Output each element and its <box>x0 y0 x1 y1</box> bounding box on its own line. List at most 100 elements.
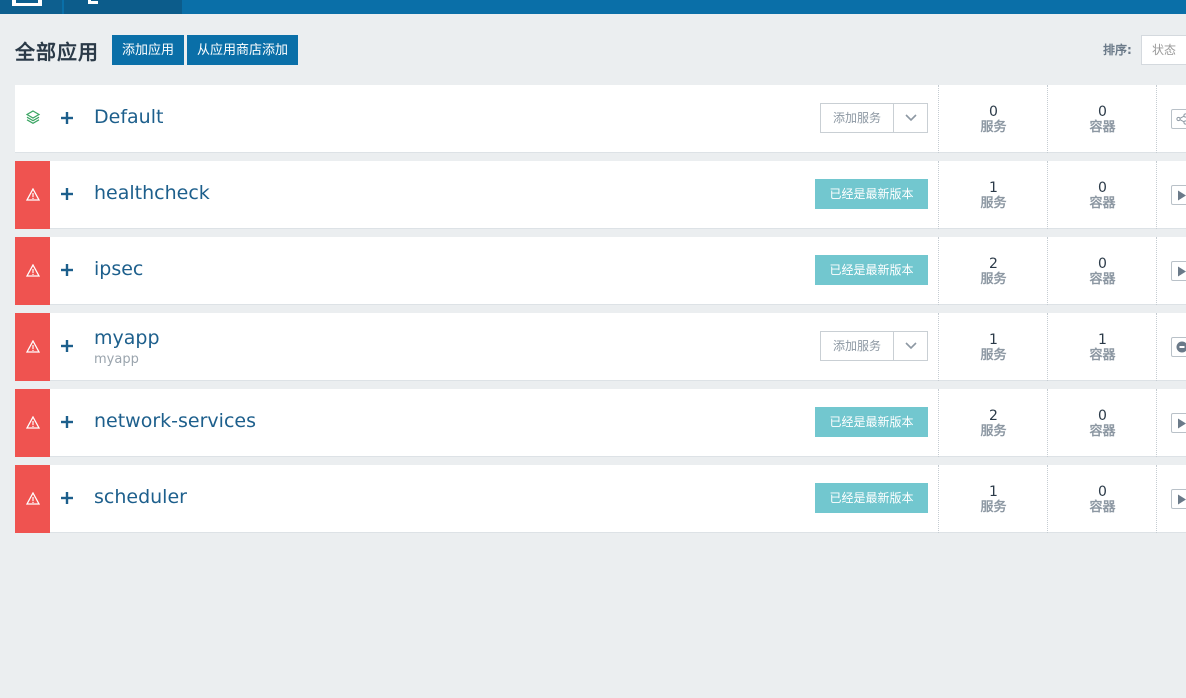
page-header: 全部应用 添加应用 从应用商店添加 <box>15 35 301 65</box>
stack-row: network-services 已经是最新版本 2 服务 0 容器 <box>15 389 1186 457</box>
containers-count: 0 容器 <box>1047 85 1157 153</box>
add-from-catalog-button[interactable]: 从应用商店添加 <box>187 35 299 65</box>
sort-select[interactable]: 状态 <box>1141 35 1186 65</box>
stack-state <box>15 85 50 153</box>
chevron-down-icon[interactable] <box>894 332 927 360</box>
containers-count: 0 容器 <box>1047 161 1157 229</box>
play-button[interactable] <box>1171 413 1186 433</box>
warning-icon <box>25 186 40 205</box>
services-count-label: 服务 <box>980 348 1007 363</box>
stack-actions <box>1156 465 1186 533</box>
containers-count-value: 0 <box>1098 484 1107 500</box>
upgrade-status-badge[interactable]: 已经是最新版本 <box>815 407 928 437</box>
services-count-label: 服务 <box>980 424 1007 439</box>
add-service-button[interactable]: 添加服务 <box>821 104 894 132</box>
services-count-label: 服务 <box>980 272 1007 287</box>
stack-row: myapp myapp 添加服务 1 服务 1 容器 <box>15 313 1186 381</box>
stack-name-link[interactable]: network-services <box>94 410 256 432</box>
services-count: 1 服务 <box>938 465 1048 533</box>
play-button[interactable] <box>1171 261 1186 281</box>
containers-count-label: 容器 <box>1089 272 1116 287</box>
add-service-button[interactable]: 添加服务 <box>821 332 894 360</box>
stack-actions <box>1156 85 1186 153</box>
chevron-down-icon[interactable] <box>894 104 927 132</box>
stop-icon <box>1176 341 1186 353</box>
stack-row: healthcheck 已经是最新版本 1 服务 0 容器 <box>15 161 1186 229</box>
stack-state <box>15 237 50 305</box>
stack-name-link[interactable]: myapp <box>94 327 160 349</box>
stack-name-link[interactable]: scheduler <box>94 486 187 508</box>
containers-count-value: 0 <box>1098 256 1107 272</box>
upgrade-status-badge[interactable]: 已经是最新版本 <box>815 179 928 209</box>
containers-count: 0 容器 <box>1047 389 1157 457</box>
stack-name-link[interactable]: ipsec <box>94 258 143 280</box>
stack-row: ipsec 已经是最新版本 2 服务 0 容器 <box>15 237 1186 305</box>
warning-icon <box>25 414 40 433</box>
containers-count-label: 容器 <box>1089 196 1116 211</box>
add-service-dropdown[interactable]: 添加服务 <box>820 103 928 133</box>
play-icon <box>1177 418 1186 429</box>
containers-count-value: 0 <box>1098 104 1107 120</box>
stack-row: scheduler 已经是最新版本 1 服务 0 容器 <box>15 465 1186 533</box>
services-count: 2 服务 <box>938 237 1048 305</box>
stack-description: myapp <box>94 352 139 367</box>
sort-label: 排序: <box>1103 43 1132 57</box>
page-title: 全部应用 <box>15 39 99 64</box>
services-count-value: 1 <box>989 484 998 500</box>
services-count: 2 服务 <box>938 389 1048 457</box>
containers-count-label: 容器 <box>1089 500 1116 515</box>
services-count-value: 2 <box>989 408 998 424</box>
stack-state <box>15 389 50 457</box>
share-button[interactable] <box>1171 109 1186 129</box>
add-service-dropdown[interactable]: 添加服务 <box>820 331 928 361</box>
stack-actions <box>1156 389 1186 457</box>
stack-state <box>15 465 50 533</box>
play-button[interactable] <box>1171 185 1186 205</box>
logo-icon <box>12 0 42 6</box>
services-count: 0 服务 <box>938 85 1048 153</box>
containers-count-value: 1 <box>1098 332 1107 348</box>
services-count-label: 服务 <box>980 500 1007 515</box>
services-count-label: 服务 <box>980 120 1007 135</box>
services-count-label: 服务 <box>980 196 1007 211</box>
services-count-value: 1 <box>989 180 998 196</box>
services-count: 1 服务 <box>938 161 1048 229</box>
top-nav-bar <box>0 0 1186 14</box>
upgrade-status-badge[interactable]: 已经是最新版本 <box>815 255 928 285</box>
stack-actions <box>1156 313 1186 381</box>
play-icon <box>1177 190 1186 201</box>
stack-actions <box>1156 237 1186 305</box>
stack-state <box>15 161 50 229</box>
logo[interactable] <box>0 0 62 14</box>
containers-count-label: 容器 <box>1089 424 1116 439</box>
warning-icon <box>25 338 40 357</box>
containers-count: 0 容器 <box>1047 465 1157 533</box>
services-count: 1 服务 <box>938 313 1048 381</box>
share-icon <box>1176 113 1186 125</box>
stack-state <box>15 313 50 381</box>
stack-name-link[interactable]: Default <box>94 106 163 128</box>
nav-tab-icon <box>88 0 98 4</box>
play-icon <box>1177 266 1186 277</box>
warning-icon <box>25 490 40 509</box>
containers-count-value: 0 <box>1098 180 1107 196</box>
containers-count-label: 容器 <box>1089 120 1116 135</box>
containers-count: 0 容器 <box>1047 237 1157 305</box>
services-count-value: 2 <box>989 256 998 272</box>
stack-actions <box>1156 161 1186 229</box>
stack-row: Default 添加服务 0 服务 0 容器 <box>15 85 1186 153</box>
play-icon <box>1177 494 1186 505</box>
warning-icon <box>25 262 40 281</box>
nav-tab-active[interactable] <box>64 0 182 14</box>
stack-name-link[interactable]: healthcheck <box>94 182 210 204</box>
services-count-value: 1 <box>989 332 998 348</box>
containers-count-label: 容器 <box>1089 348 1116 363</box>
upgrade-status-badge[interactable]: 已经是最新版本 <box>815 483 928 513</box>
layers-icon <box>25 109 41 129</box>
play-button[interactable] <box>1171 489 1186 509</box>
add-stack-button[interactable]: 添加应用 <box>112 35 185 65</box>
stop-button[interactable] <box>1171 337 1186 357</box>
containers-count-value: 0 <box>1098 408 1107 424</box>
services-count-value: 0 <box>989 104 998 120</box>
containers-count: 1 容器 <box>1047 313 1157 381</box>
